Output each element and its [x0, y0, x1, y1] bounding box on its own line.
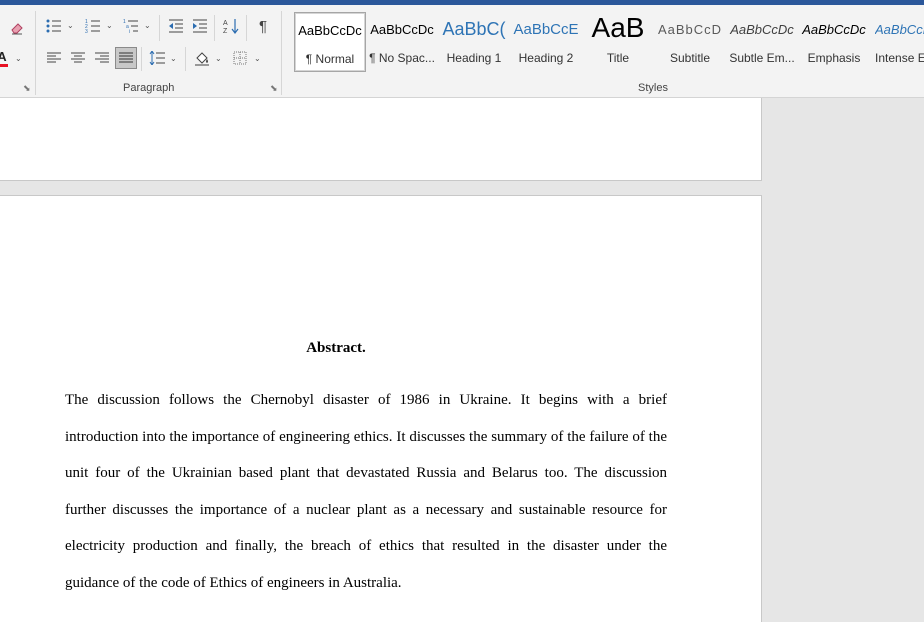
svg-text:3: 3	[85, 29, 88, 33]
svg-text:Z: Z	[223, 28, 228, 34]
font-color-bar	[0, 64, 8, 67]
svg-text:A: A	[223, 20, 228, 27]
style-preview: AaBbCcDc	[802, 22, 866, 37]
divider	[185, 47, 186, 71]
svg-text:i: i	[129, 29, 130, 33]
style-title[interactable]: AaB Title	[582, 12, 654, 72]
divider	[246, 15, 247, 41]
style-heading-2[interactable]: AaBbCcE Heading 2	[510, 12, 582, 72]
chevron-down-icon[interactable]: ⌄	[106, 22, 114, 30]
style-label: Heading 2	[518, 51, 574, 65]
ribbon: A ⌄ ⬊ ⌄ 123 ⌄ 1ai ⌄ AZ ¶ ⌄ ⌄ ⌄ Paragraph…	[0, 5, 924, 98]
sort-icon[interactable]: AZ	[220, 15, 242, 37]
style-label: Title	[606, 51, 630, 65]
chevron-down-icon[interactable]: ⌄	[67, 22, 75, 30]
style-heading-1[interactable]: AaBbC( Heading 1	[438, 12, 510, 72]
style-normal[interactable]: AaBbCcDc ¶ Normal	[294, 12, 366, 72]
abstract-heading: Abstract.	[306, 340, 366, 356]
increase-indent-icon[interactable]	[189, 15, 211, 37]
align-right-icon[interactable]	[91, 47, 113, 69]
style-preview: AaBbCcDc	[875, 22, 924, 37]
group-divider	[281, 11, 282, 95]
paragraph-dialog-launcher-icon[interactable]: ⬊	[270, 84, 279, 93]
style-preview: AaBbCcDc	[730, 22, 794, 37]
style-emphasis[interactable]: AaBbCcDc Emphasis	[798, 12, 870, 72]
show-marks-icon[interactable]: ¶	[252, 15, 274, 37]
style-label: ¶ Normal	[305, 52, 355, 66]
style-label: Emphasis	[807, 51, 861, 65]
align-left-icon[interactable]	[43, 47, 65, 69]
abstract-paragraph: The discussion follows the Chernobyl dis…	[65, 392, 667, 591]
chevron-down-icon[interactable]: ⌄	[254, 55, 262, 63]
style-preview: AaBbCcD	[657, 22, 723, 37]
group-divider	[35, 11, 36, 95]
font-color-letter: A	[0, 48, 7, 64]
chevron-down-icon[interactable]: ⌄	[15, 55, 23, 63]
divider	[159, 15, 160, 41]
numbering-icon[interactable]: 123	[82, 15, 104, 37]
styles-gallery: AaBbCcDc ¶ Normal AaBbCcDc ¶ No Spac... …	[290, 12, 924, 74]
document-page[interactable]: Abstract. The discussion follows the Che…	[0, 195, 762, 622]
line-spacing-icon[interactable]	[146, 47, 168, 69]
styles-group-label: Styles	[638, 82, 668, 94]
style-subtitle[interactable]: AaBbCcD Subtitle	[654, 12, 726, 72]
borders-icon[interactable]	[229, 47, 251, 69]
decrease-indent-icon[interactable]	[165, 15, 187, 37]
font-dialog-launcher-icon[interactable]: ⬊	[23, 84, 32, 93]
center-icon[interactable]	[67, 47, 89, 69]
style-label: Subtitle	[669, 51, 711, 65]
shading-icon[interactable]	[191, 47, 213, 69]
style-no-spacing[interactable]: AaBbCcDc ¶ No Spac...	[366, 12, 438, 72]
style-preview: AaBbCcDc	[298, 23, 362, 38]
style-label: Intense E	[875, 51, 924, 65]
style-label: Heading 1	[446, 51, 502, 65]
chevron-down-icon[interactable]: ⌄	[215, 55, 223, 63]
justify-icon[interactable]	[115, 47, 137, 69]
document-page-previous[interactable]	[0, 98, 762, 181]
style-preview: AaB	[591, 12, 645, 43]
divider	[214, 15, 215, 41]
multilevel-list-icon[interactable]: 1ai	[120, 15, 142, 37]
divider	[141, 47, 142, 71]
font-color-icon[interactable]: A	[0, 47, 10, 69]
eraser-icon[interactable]	[6, 17, 28, 39]
paragraph-group-label: Paragraph	[123, 82, 175, 94]
style-preview: AaBbCcE	[513, 21, 579, 38]
style-preview: AaBbCcDc	[370, 22, 434, 37]
style-label: Subtle Em...	[729, 51, 795, 65]
bullets-icon[interactable]	[43, 15, 65, 37]
style-preview: AaBbC(	[442, 19, 506, 39]
style-intense-emphasis[interactable]: AaBbCcDc Intense E	[870, 12, 924, 72]
style-subtle-emphasis[interactable]: AaBbCcDc Subtle Em...	[726, 12, 798, 72]
chevron-down-icon[interactable]: ⌄	[144, 22, 152, 30]
style-label: ¶ No Spac...	[369, 51, 435, 65]
chevron-down-icon[interactable]: ⌄	[170, 55, 178, 63]
